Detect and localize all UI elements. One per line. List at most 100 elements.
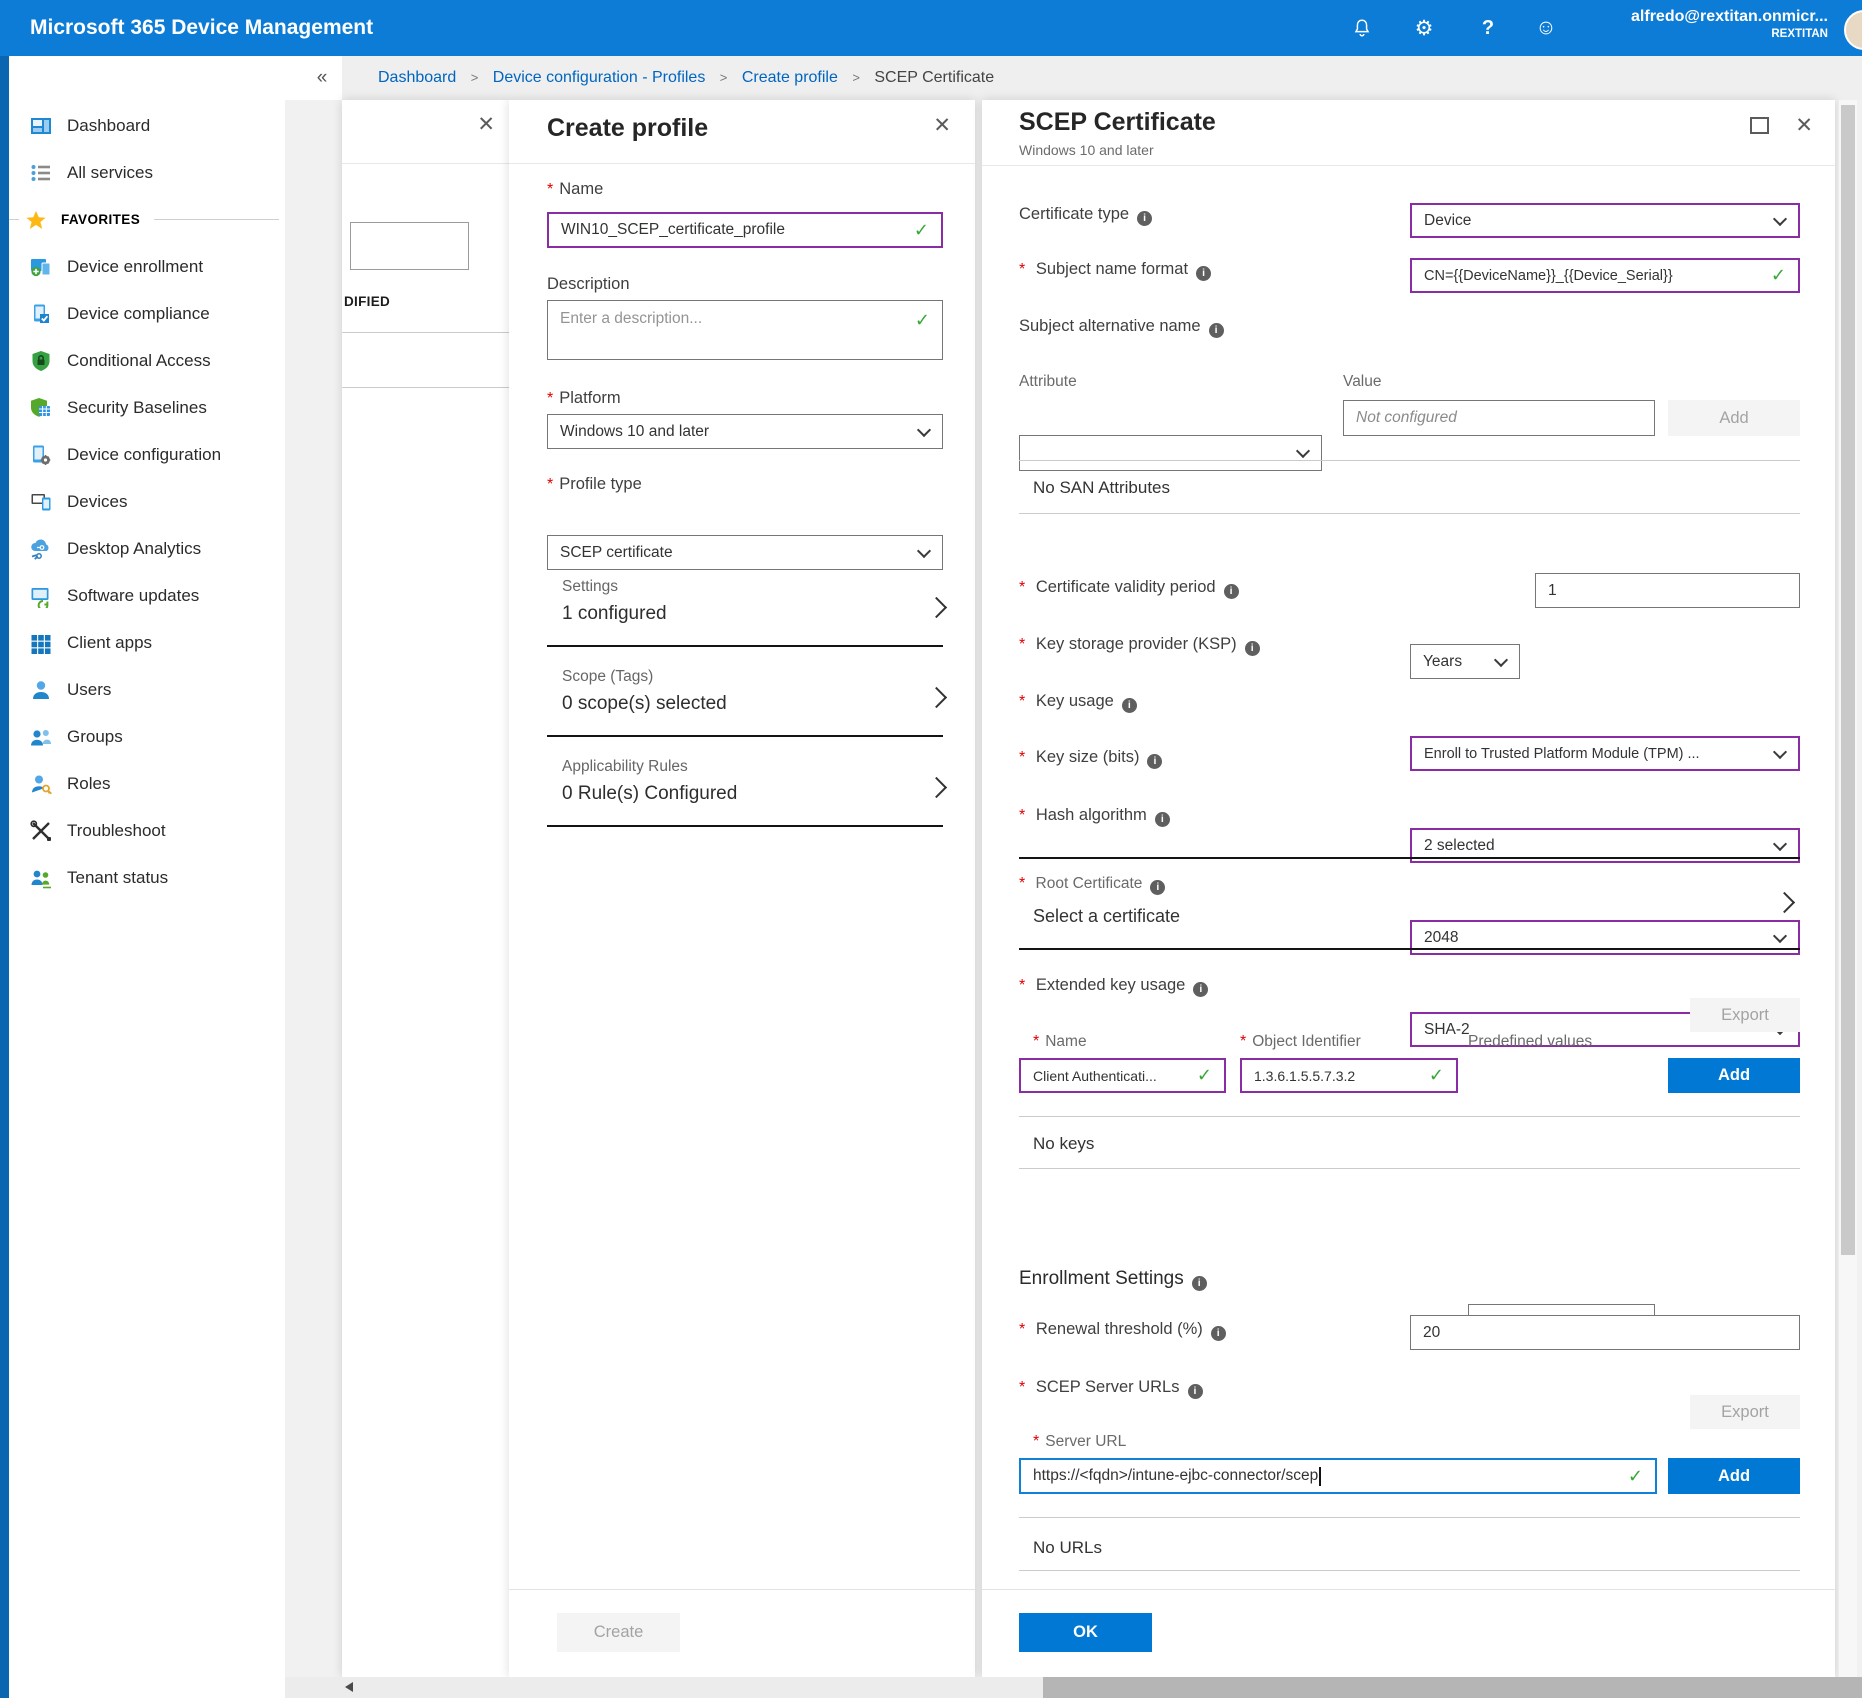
roles-icon	[29, 772, 53, 796]
info-icon[interactable]	[1196, 266, 1211, 281]
profile-type-select[interactable]: SCEP certificate	[547, 535, 943, 570]
sidebar-item-client-apps[interactable]: Client apps	[9, 619, 285, 666]
info-icon[interactable]	[1224, 584, 1239, 599]
no-keys-text: No keys	[1033, 1134, 1094, 1154]
ksp-select[interactable]: Enroll to Trusted Platform Module (TPM) …	[1410, 736, 1800, 771]
ok-button[interactable]: OK	[1019, 1613, 1152, 1652]
server-url-input[interactable]: https://<fqdn>/intune-ejbc-connector/sce…	[1019, 1458, 1657, 1494]
valid-check-icon: ✓	[1429, 1065, 1444, 1086]
create-profile-title: Create profile	[547, 114, 708, 143]
create-profile-close-icon[interactable]: ✕	[933, 115, 951, 136]
info-icon[interactable]	[1245, 641, 1260, 656]
info-icon[interactable]	[1192, 1276, 1207, 1291]
sidebar-item-device-compliance[interactable]: Device compliance	[9, 290, 285, 337]
renewal-threshold-input[interactable]: 20	[1410, 1315, 1800, 1350]
info-icon[interactable]	[1193, 982, 1208, 997]
sidebar-item-device-enrollment[interactable]: Device enrollment	[9, 243, 285, 290]
name-input[interactable]: WIN10_SCEP_certificate_profile✓	[547, 212, 943, 248]
sidebar-item-tenant-status[interactable]: Tenant status	[9, 854, 285, 901]
notifications-bell-icon[interactable]	[1348, 14, 1376, 42]
eku-oid-label: Object Identifier	[1240, 1033, 1361, 1051]
sidebar-item-users[interactable]: Users	[9, 666, 285, 713]
maximize-icon[interactable]	[1750, 117, 1769, 134]
help-icon[interactable]: ?	[1474, 14, 1502, 42]
ksp-label: Key storage provider (KSP)	[1019, 635, 1260, 656]
platform-select[interactable]: Windows 10 and later	[547, 414, 943, 449]
sidebar-item-conditional-access[interactable]: Conditional Access	[9, 337, 285, 384]
scep-blade-close-icon[interactable]: ✕	[1795, 115, 1813, 136]
eku-name-input[interactable]: Client Authenticati...✓	[1019, 1058, 1226, 1093]
breadcrumb-separator: >	[852, 70, 860, 85]
sidebar-item-desktop-analytics[interactable]: Desktop Analytics	[9, 525, 285, 572]
name-label: Name	[547, 180, 603, 199]
feedback-smiley-icon[interactable]: ☺	[1532, 14, 1560, 42]
san-add-button[interactable]: Add	[1668, 400, 1800, 436]
extended-key-usage-label: Extended key usage	[1019, 976, 1208, 997]
validity-value-input[interactable]: 1	[1535, 573, 1800, 608]
avatar[interactable]	[1844, 10, 1862, 50]
info-icon[interactable]	[1122, 698, 1137, 713]
create-button[interactable]: Create	[557, 1613, 680, 1652]
scep-blade-title: SCEP Certificate	[1019, 108, 1216, 137]
scroll-left-arrow-icon[interactable]	[345, 1682, 353, 1692]
server-url-label: Server URL	[1033, 1433, 1126, 1451]
horizontal-scrollbar[interactable]	[285, 1677, 1862, 1698]
breadcrumb: Dashboard > Device configuration - Profi…	[378, 56, 994, 100]
subject-name-format-input[interactable]: CN={{DeviceName}}_{{Device_Serial}}✓	[1410, 258, 1800, 293]
sidebar-item-device-configuration[interactable]: Device configuration	[9, 431, 285, 478]
all-services-icon	[29, 161, 53, 185]
info-icon[interactable]	[1155, 812, 1170, 827]
breadcrumb-separator: >	[471, 70, 479, 85]
url-add-button[interactable]: Add	[1668, 1458, 1800, 1494]
sidebar-item-groups[interactable]: Groups	[9, 713, 285, 760]
account-info[interactable]: alfredo@rextitan.onmicr... REXTITAN	[1631, 7, 1828, 41]
certificate-type-label: Certificate type	[1019, 205, 1152, 226]
sidebar-item-devices[interactable]: Devices	[9, 478, 285, 525]
profile-type-label: Profile type	[547, 475, 642, 494]
valid-check-icon: ✓	[1197, 1065, 1212, 1086]
groups-icon	[29, 725, 53, 749]
users-icon	[29, 678, 53, 702]
profiles-blade-close-icon[interactable]: ✕	[477, 114, 495, 135]
dashboard-icon	[29, 114, 53, 138]
info-icon[interactable]	[1137, 211, 1152, 226]
eku-export-button[interactable]: Export	[1690, 998, 1800, 1032]
description-input[interactable]: Enter a description...✓	[547, 300, 943, 360]
sidebar-item-troubleshoot[interactable]: Troubleshoot	[9, 807, 285, 854]
device-enrollment-icon	[29, 255, 53, 279]
breadcrumb-profiles[interactable]: Device configuration - Profiles	[493, 69, 706, 86]
vertical-scrollbar[interactable]	[1838, 100, 1857, 1677]
horizontal-scrollbar-thumb[interactable]	[1043, 1677, 1862, 1698]
sidebar-item-security-baselines[interactable]: Security Baselines	[9, 384, 285, 431]
sidebar-item-software-updates[interactable]: Software updates	[9, 572, 285, 619]
renewal-threshold-label: Renewal threshold (%)	[1019, 1320, 1226, 1341]
valid-check-icon: ✓	[914, 220, 929, 241]
user-email: alfredo@rextitan.onmicr...	[1631, 7, 1828, 27]
validity-unit-select[interactable]: Years	[1410, 644, 1520, 679]
profiles-search-input[interactable]	[350, 222, 469, 270]
chevron-down-icon	[917, 543, 931, 557]
sidebar-collapse-icon[interactable]: «	[305, 56, 339, 100]
sidebar-item-all-services[interactable]: All services	[9, 149, 285, 196]
info-icon[interactable]	[1209, 323, 1224, 338]
info-icon[interactable]	[1147, 754, 1162, 769]
info-icon[interactable]	[1150, 880, 1165, 895]
settings-gear-icon[interactable]: ⚙	[1410, 14, 1438, 42]
attribute-select[interactable]	[1019, 435, 1322, 471]
breadcrumb-create-profile[interactable]: Create profile	[742, 69, 838, 86]
root-certificate-value: Select a certificate	[1033, 906, 1180, 927]
sidebar-item-roles[interactable]: Roles	[9, 760, 285, 807]
san-value-input[interactable]: Not configured	[1343, 400, 1655, 436]
eku-add-button[interactable]: Add	[1668, 1058, 1800, 1093]
info-icon[interactable]	[1211, 1326, 1226, 1341]
client-apps-icon	[29, 631, 53, 655]
info-icon[interactable]	[1188, 1384, 1203, 1399]
breadcrumb-dashboard[interactable]: Dashboard	[378, 69, 456, 86]
no-san-attributes-text: No SAN Attributes	[1033, 478, 1170, 498]
sidebar-item-dashboard[interactable]: Dashboard	[9, 102, 285, 149]
vertical-scrollbar-thumb[interactable]	[1841, 105, 1855, 1255]
scep-blade-subtitle: Windows 10 and later	[1019, 142, 1154, 158]
certificate-type-select[interactable]: Device	[1410, 203, 1800, 238]
eku-oid-input[interactable]: 1.3.6.1.5.5.7.3.2✓	[1240, 1058, 1458, 1093]
urls-export-button[interactable]: Export	[1690, 1395, 1800, 1429]
